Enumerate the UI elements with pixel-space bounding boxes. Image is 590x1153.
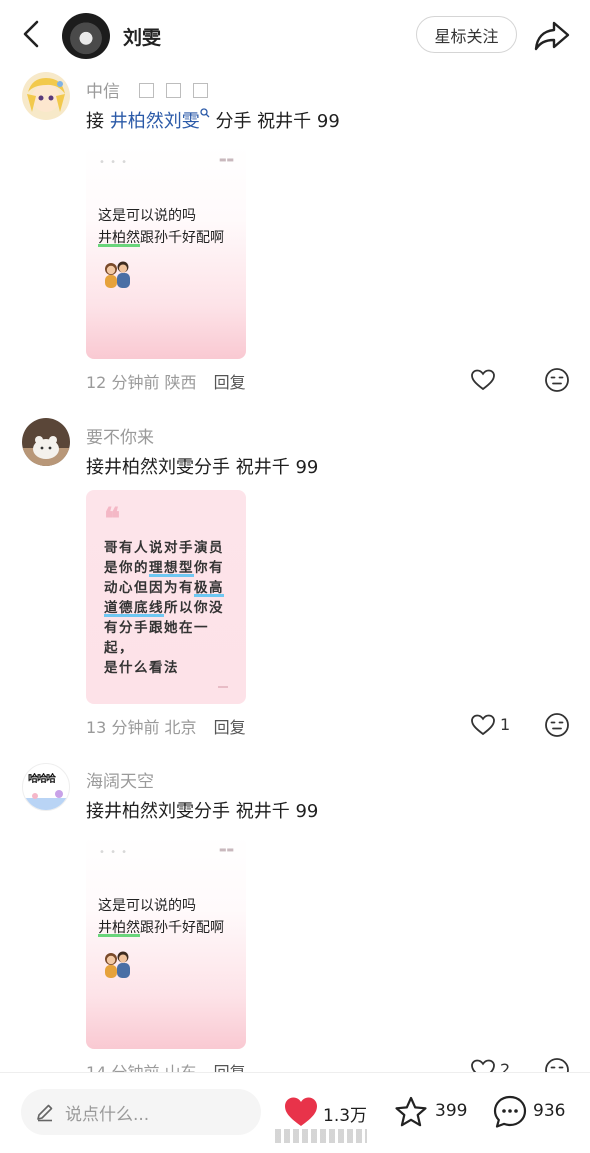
star-icon[interactable] xyxy=(393,1095,429,1129)
badge-placeholders xyxy=(139,82,220,102)
quote-image-card[interactable]: • • • ▬▬ 这是可以说的吗 井柏然跟孙千好配啊 xyxy=(86,145,246,359)
card-q-text: 是你的 xyxy=(104,560,149,576)
card-line-1: 这是可以说的吗 xyxy=(98,208,196,224)
card-decoration: • • • xyxy=(99,157,129,168)
star-follow-button[interactable]: 星标关注 xyxy=(416,16,517,53)
dislike-face-icon[interactable] xyxy=(544,367,570,393)
like-icon[interactable] xyxy=(470,368,496,392)
bottom-action-bar: 说点什么... 1.3万 399 936 xyxy=(0,1072,590,1153)
card-q-highlight: 极高 xyxy=(194,580,224,596)
pen-icon xyxy=(37,1104,53,1122)
card-line-2-rest: 跟孙千好配啊 xyxy=(140,230,224,246)
like-filled-icon[interactable] xyxy=(283,1095,319,1129)
comment-bubble-icon[interactable] xyxy=(492,1094,528,1130)
commenter-name[interactable]: 要不你来 xyxy=(86,423,154,448)
card-watermark: ▬▬ xyxy=(218,155,234,164)
card-line-2-rest: 跟孙千好配啊 xyxy=(140,920,224,936)
post-comment-count: 936 xyxy=(533,1101,566,1121)
comment-text: 接 井柏然刘雯 分手 祝井千 99 xyxy=(86,107,340,133)
comment-meta: 12 分钟前 陕西 回复 xyxy=(86,369,246,393)
card-highlight-name: 井柏然 xyxy=(98,920,140,936)
author-avatar[interactable] xyxy=(62,13,110,59)
top-bar: 刘雯 星标关注 xyxy=(0,0,590,70)
commenter-name[interactable]: 中信 xyxy=(86,77,220,102)
card-line-2: 井柏然跟孙千好配啊 xyxy=(98,227,224,247)
commenter-avatar[interactable] xyxy=(22,72,70,120)
card-watermark: ▬▬ xyxy=(218,845,234,854)
quote-mark-icon: ❝ xyxy=(104,502,121,537)
comment-text: 接井柏然刘雯分手 祝井千 99 xyxy=(86,457,319,478)
card-decoration: • • • xyxy=(99,847,129,858)
card-highlight-name: 井柏然 xyxy=(98,230,140,246)
comment-text-prefix: 接 xyxy=(86,111,110,132)
comment-text-suffix: 分手 祝井千 99 xyxy=(209,111,340,132)
commenter-avatar[interactable] xyxy=(22,418,70,466)
card-question-text: 哥有人说对手演员 是你的理想型你有 动心但因为有极高 道德底线所以你没 有分手跟… xyxy=(104,538,234,678)
card-q-highlight: 道德底线 xyxy=(104,600,164,616)
reply-button[interactable]: 回复 xyxy=(214,373,246,392)
couple-emoji-icon xyxy=(105,261,130,288)
comment-location: 北京 xyxy=(164,718,197,737)
comment-time: 13 分钟前 xyxy=(86,718,160,737)
topic-link[interactable]: 井柏然刘雯 xyxy=(110,111,200,132)
search-icon[interactable] xyxy=(200,108,210,120)
card-q-text: 动心但因为有 xyxy=(104,580,194,596)
quote-image-card[interactable]: • • • ▬▬ 这是可以说的吗 井柏然跟孙千好配啊 xyxy=(86,835,246,1049)
commenter-avatar[interactable]: 哈哈哈 xyxy=(22,763,70,811)
author-name[interactable]: 刘雯 xyxy=(123,23,161,50)
card-decoration xyxy=(218,686,228,688)
card-q-line: 是什么看法 xyxy=(104,660,179,676)
comment-location: 陕西 xyxy=(164,373,197,392)
card-q-line: 哥有人说对手演员 xyxy=(104,540,224,556)
quote-image-card[interactable]: ❝ 哥有人说对手演员 是你的理想型你有 动心但因为有极高 道德底线所以你没 有分… xyxy=(86,490,246,704)
card-q-line: 动心但因为有极高 xyxy=(104,578,234,598)
commenter-name[interactable]: 海阔天空 xyxy=(86,767,154,792)
like-icon[interactable] xyxy=(470,713,496,737)
card-q-line: 道德底线所以你没 xyxy=(104,598,234,618)
comment-input[interactable]: 说点什么... xyxy=(21,1089,261,1135)
comment-meta: 13 分钟前 北京 回复 xyxy=(86,714,246,738)
watermark-decoration xyxy=(275,1129,367,1143)
back-arrow-icon[interactable] xyxy=(14,16,50,52)
couple-emoji-icon xyxy=(105,951,130,978)
like-count: 1 xyxy=(500,715,511,734)
card-q-line: 有分手跟她在一起， xyxy=(104,620,209,656)
card-line-2: 井柏然跟孙千好配啊 xyxy=(98,917,224,937)
card-line-1: 这是可以说的吗 xyxy=(98,898,196,914)
reply-button[interactable]: 回复 xyxy=(214,718,246,737)
card-q-text: 你有 xyxy=(194,560,224,576)
dislike-face-icon[interactable] xyxy=(544,712,570,738)
comment-time: 12 分钟前 xyxy=(86,373,160,392)
card-q-line: 是你的理想型你有 xyxy=(104,558,234,578)
post-star-count: 399 xyxy=(435,1101,468,1121)
card-q-text: 所以你没 xyxy=(164,600,224,616)
post-like-count: 1.3万 xyxy=(323,1106,368,1126)
share-icon[interactable] xyxy=(532,16,572,54)
commenter-name-text: 中信 xyxy=(86,82,120,102)
comment-input-placeholder: 说点什么... xyxy=(65,1104,150,1125)
card-q-highlight: 理想型 xyxy=(149,560,194,576)
comment-text: 接井柏然刘雯分手 祝井千 99 xyxy=(86,801,319,822)
